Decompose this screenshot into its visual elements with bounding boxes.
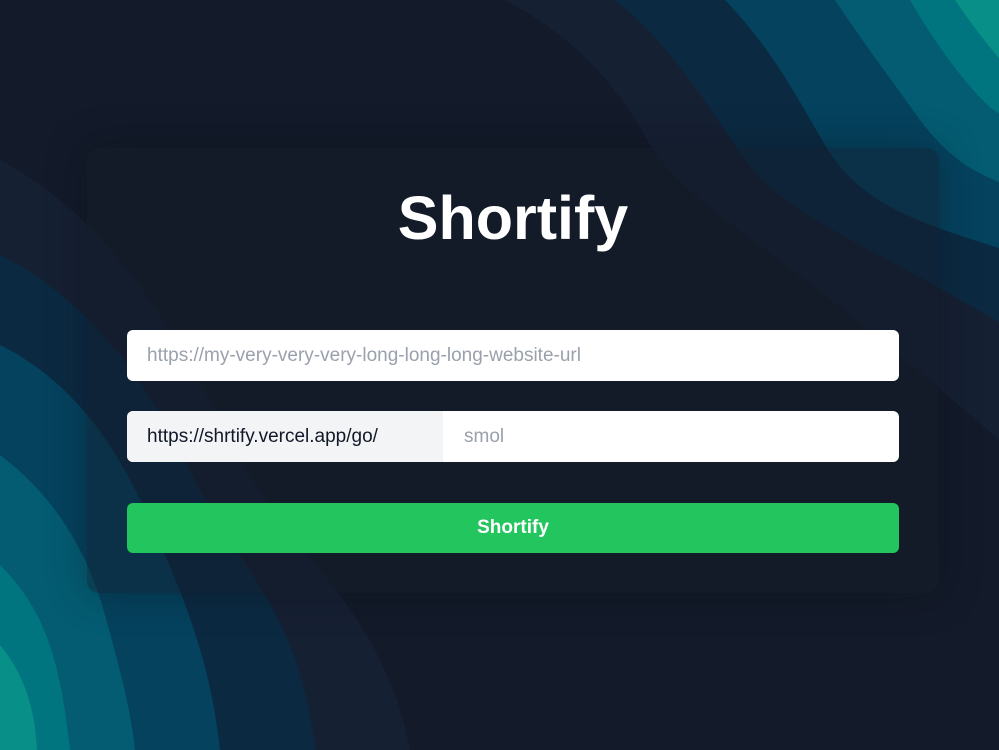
shortify-button[interactable]: Shortify [127, 503, 899, 553]
short-url-field: https://shrtify.vercel.app/go/ [127, 411, 899, 462]
long-url-input[interactable] [127, 330, 899, 381]
shortify-page: Shortify https://shrtify.vercel.app/go/ … [0, 0, 999, 750]
app-title: Shortify [397, 184, 629, 252]
short-url-prefix: https://shrtify.vercel.app/go/ [127, 411, 443, 462]
long-url-field [127, 330, 899, 381]
short-url-slug-input[interactable] [443, 411, 899, 462]
